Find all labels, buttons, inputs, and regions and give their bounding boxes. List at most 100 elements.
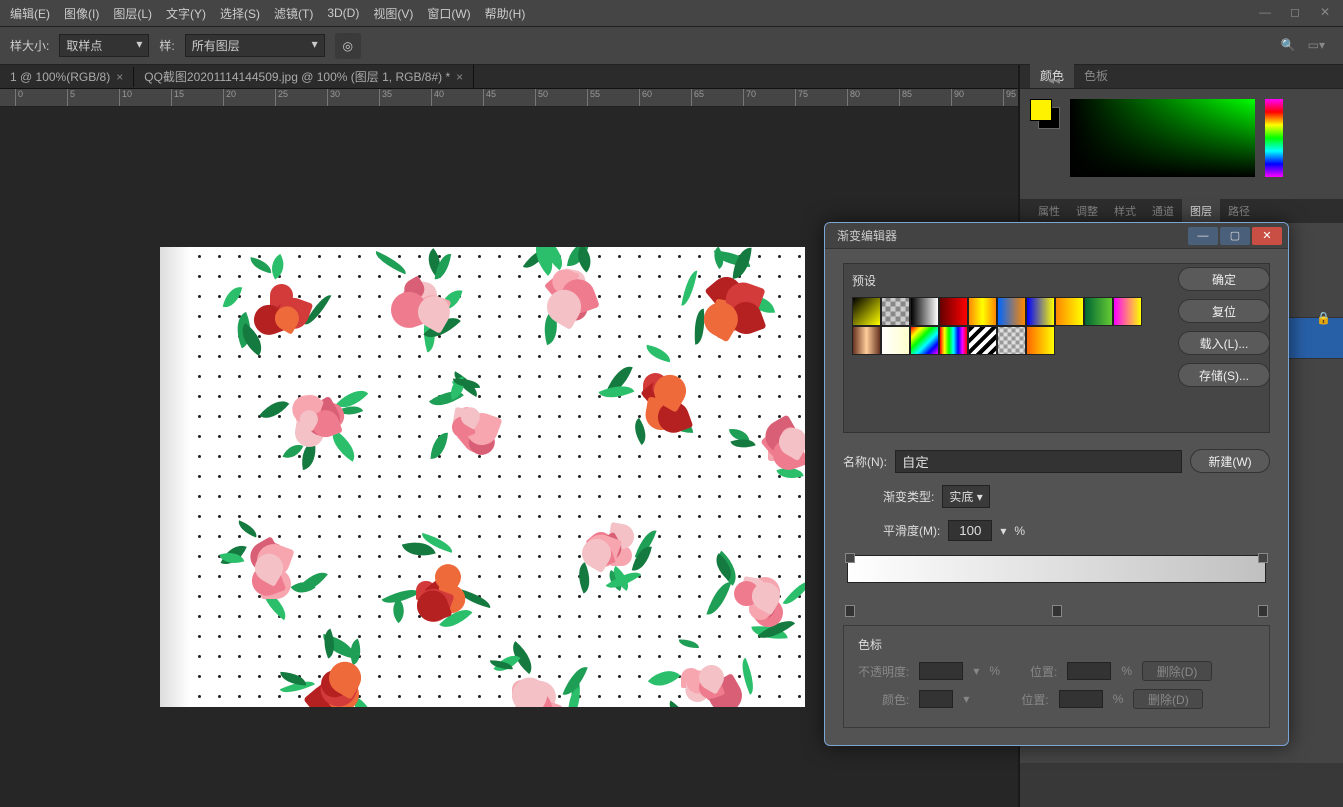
color-label: 颜色:	[882, 691, 909, 708]
gradient-preset[interactable]	[997, 297, 1026, 326]
menu-view[interactable]: 视图(V)	[373, 5, 413, 22]
sample-size-select[interactable]: 取样点▾	[59, 34, 149, 57]
save-button[interactable]: 存储(S)...	[1178, 363, 1270, 387]
sample-label: 样:	[159, 37, 174, 54]
tab-styles[interactable]: 样式	[1106, 199, 1144, 223]
stops-section: 色标 不透明度: ▾ % 位置: % 删除(D) 颜色: ▾ 位置: % 删除(…	[843, 625, 1270, 728]
gradient-preset[interactable]	[1055, 297, 1084, 326]
fg-color-swatch[interactable]	[1030, 99, 1052, 121]
eyedropper-ring-icon[interactable]: ◎	[335, 33, 361, 59]
ok-button[interactable]: 确定	[1178, 267, 1270, 291]
gradient-preset[interactable]	[852, 326, 881, 355]
name-label: 名称(N):	[843, 453, 887, 470]
gradient-preset[interactable]	[910, 297, 939, 326]
menu-type[interactable]: 文字(Y)	[166, 5, 206, 22]
color-position-input[interactable]	[1059, 690, 1103, 708]
color-stop-left[interactable]	[845, 605, 855, 617]
menu-3d[interactable]: 3D(D)	[327, 6, 359, 20]
menu-edit[interactable]: 编辑(E)	[10, 5, 50, 22]
gradient-preset[interactable]	[910, 326, 939, 355]
fg-bg-swatch[interactable]	[1030, 99, 1060, 129]
delete-color-stop-button[interactable]: 删除(D)	[1133, 689, 1203, 709]
color-panel-tabs: 颜色 色板	[1020, 65, 1343, 89]
sample-layers-select[interactable]: 所有图层▾	[185, 34, 325, 57]
opacity-input[interactable]	[919, 662, 963, 680]
gradient-preset[interactable]	[997, 326, 1026, 355]
gradient-bar[interactable]	[843, 555, 1270, 615]
sample-size-label: 样大小:	[10, 37, 49, 54]
menu-bar: 编辑(E) 图像(I) 图层(L) 文字(Y) 选择(S) 滤镜(T) 3D(D…	[0, 0, 1343, 27]
document-canvas[interactable]	[160, 247, 805, 707]
percent-label: %	[1014, 524, 1025, 538]
stop-color-swatch[interactable]	[919, 690, 953, 708]
hue-bar[interactable]	[1265, 99, 1283, 177]
collapse-panels-icon[interactable]: ◂◂	[1048, 73, 1060, 87]
tab-paths[interactable]: 路径	[1220, 199, 1258, 223]
gradient-preset[interactable]	[881, 297, 910, 326]
layers-panel-tabs: 属性 调整 样式 通道 图层 路径	[1020, 199, 1343, 223]
document-tab-2[interactable]: QQ截图20201114144509.jpg @ 100% (图层 1, RGB…	[134, 65, 474, 88]
opacity-position-input[interactable]	[1067, 662, 1111, 680]
gradient-preset[interactable]	[939, 297, 968, 326]
page-binding	[160, 247, 190, 707]
tab-properties[interactable]: 属性	[1030, 199, 1068, 223]
stops-label: 色标	[858, 636, 1255, 653]
gradient-preset[interactable]	[968, 297, 997, 326]
menu-image[interactable]: 图像(I)	[64, 5, 99, 22]
gradient-preset[interactable]	[939, 326, 968, 355]
dialog-minimize-icon[interactable]: —	[1188, 227, 1218, 245]
close-tab-icon[interactable]: ×	[456, 70, 463, 84]
lock-icon[interactable]: 🔒	[1316, 311, 1331, 325]
gradient-preset[interactable]	[881, 326, 910, 355]
tab-swatches[interactable]: 色板	[1074, 63, 1118, 88]
gradient-preset[interactable]	[852, 297, 881, 326]
workspace-icon[interactable]: ▭▾	[1308, 38, 1325, 52]
gradient-type-select[interactable]: 实底 ▾	[942, 485, 989, 508]
search-icon[interactable]: 🔍	[1281, 38, 1296, 52]
gradient-editor-dialog: 渐变编辑器 — ▢ ✕ 预设 ⚙. 确定 复位 载入(L)... 存储(S)..…	[824, 222, 1289, 746]
close-tab-icon[interactable]: ×	[116, 70, 123, 84]
menu-window[interactable]: 窗口(W)	[427, 5, 470, 22]
gradient-preset[interactable]	[1026, 326, 1055, 355]
color-stop-mid[interactable]	[1052, 605, 1062, 617]
dialog-title: 渐变编辑器	[837, 227, 897, 244]
load-button[interactable]: 载入(L)...	[1178, 331, 1270, 355]
color-stop-right[interactable]	[1258, 605, 1268, 617]
menu-filter[interactable]: 滤镜(T)	[274, 5, 313, 22]
options-bar: 样大小: 取样点▾ 样: 所有图层▾ ◎ 🔍 ▭▾	[0, 27, 1343, 65]
delete-opacity-stop-button[interactable]: 删除(D)	[1142, 661, 1212, 681]
new-button[interactable]: 新建(W)	[1190, 449, 1270, 473]
gradient-preset[interactable]	[968, 326, 997, 355]
reset-button[interactable]: 复位	[1178, 299, 1270, 323]
color-field[interactable]	[1070, 99, 1255, 177]
document-tab-1[interactable]: 1 @ 100%(RGB/8) ×	[0, 67, 134, 87]
opacity-label: 不透明度:	[858, 663, 909, 680]
position-label: 位置:	[1030, 663, 1057, 680]
dialog-close-icon[interactable]: ✕	[1252, 227, 1282, 245]
gradient-type-label: 渐变类型:	[883, 488, 934, 505]
presets-grid	[852, 297, 1147, 355]
gradient-preset[interactable]	[1113, 297, 1142, 326]
menu-select[interactable]: 选择(S)	[220, 5, 260, 22]
menu-layer[interactable]: 图层(L)	[113, 5, 152, 22]
tab-layers[interactable]: 图层	[1182, 199, 1220, 223]
smoothness-label: 平滑度(M):	[883, 522, 940, 539]
smoothness-input[interactable]	[948, 520, 992, 541]
position-label-2: 位置:	[1021, 691, 1048, 708]
opacity-stop-left[interactable]	[845, 553, 855, 563]
floral-pattern	[190, 247, 805, 707]
color-panel	[1020, 89, 1343, 199]
menu-help[interactable]: 帮助(H)	[485, 5, 526, 22]
maximize-icon[interactable]: ◻	[1287, 4, 1303, 20]
gradient-preset[interactable]	[1026, 297, 1055, 326]
dialog-maximize-icon[interactable]: ▢	[1220, 227, 1250, 245]
opacity-stop-right[interactable]	[1258, 553, 1268, 563]
tab-adjustments[interactable]: 调整	[1068, 199, 1106, 223]
name-input[interactable]	[895, 450, 1182, 473]
tab-channels[interactable]: 通道	[1144, 199, 1182, 223]
minimize-icon[interactable]: —	[1257, 4, 1273, 20]
close-icon[interactable]: ✕	[1317, 4, 1333, 20]
window-controls: — ◻ ✕	[1257, 4, 1333, 20]
dialog-titlebar[interactable]: 渐变编辑器 — ▢ ✕	[825, 223, 1288, 249]
gradient-preset[interactable]	[1084, 297, 1113, 326]
